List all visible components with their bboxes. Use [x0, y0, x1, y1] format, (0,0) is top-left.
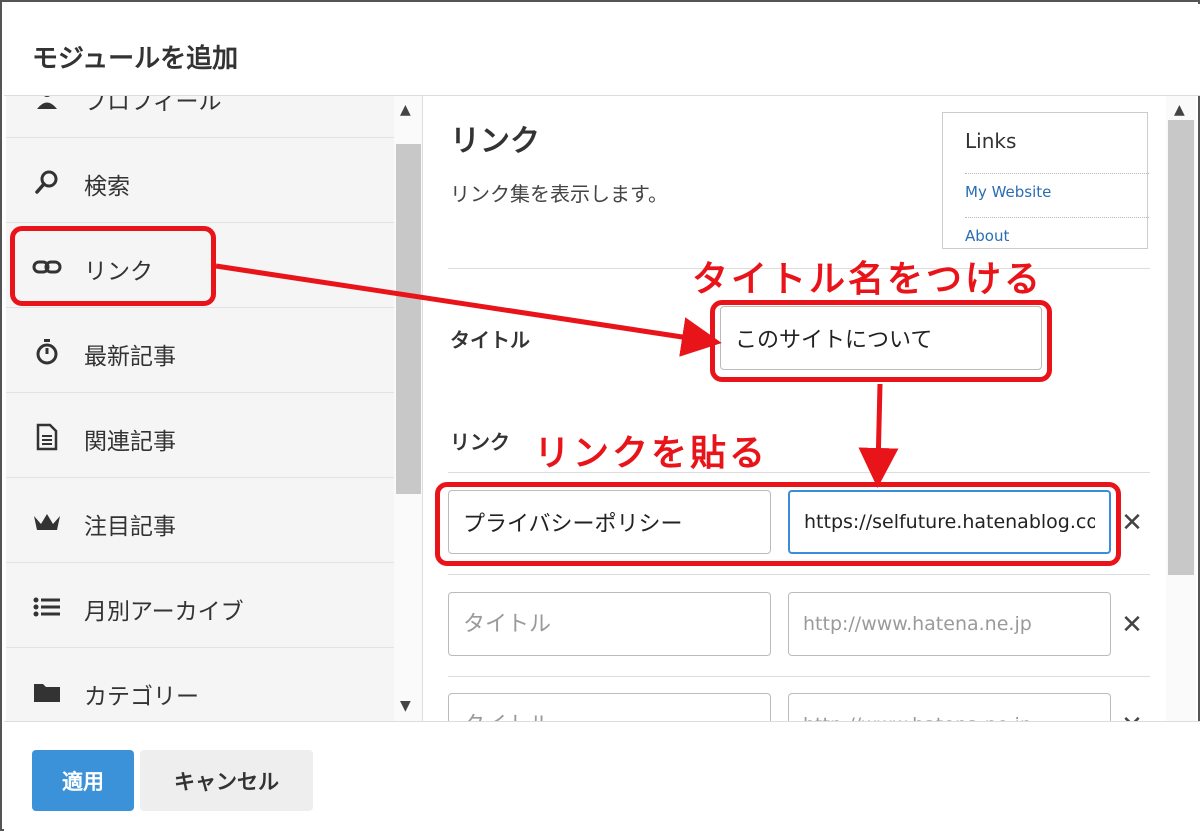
- list-icon: [32, 592, 62, 622]
- remove-link-button[interactable]: ✕: [1117, 610, 1147, 640]
- divider: [448, 676, 1150, 677]
- module-label: カテゴリー: [84, 684, 199, 710]
- module-label: プロフィール: [84, 96, 222, 115]
- links-field-label: リンク: [450, 430, 510, 454]
- module-item-featured[interactable]: 注目記事: [6, 479, 394, 563]
- link-title-input[interactable]: [448, 693, 771, 721]
- link-module-highlight: [10, 226, 216, 306]
- crown-icon: [32, 507, 62, 537]
- divider: [448, 574, 1150, 575]
- stopwatch-icon: [32, 337, 62, 367]
- module-label: 月別アーカイブ: [84, 599, 244, 625]
- module-heading: リンク: [450, 124, 540, 159]
- cancel-button[interactable]: キャンセル: [140, 750, 313, 811]
- link-url-input[interactable]: [788, 693, 1111, 721]
- scroll-up-icon[interactable]: ▲: [400, 102, 411, 118]
- preview-link: My Website: [965, 183, 1052, 201]
- scroll-down-icon[interactable]: ▼: [400, 698, 411, 714]
- modal-title: モジュールを追加: [32, 44, 239, 74]
- module-description: リンク集を表示します。: [450, 182, 668, 206]
- link-title-input[interactable]: [448, 592, 771, 656]
- user-icon: [32, 96, 62, 112]
- document-icon: [32, 422, 62, 452]
- modal-frame: モジュールを追加 プロフィール 検索 リンク 最新記事 関連記事 注目記事 月別…: [0, 0, 1200, 831]
- link-row-highlight: [435, 482, 1121, 566]
- scroll-up-icon[interactable]: ▲: [1174, 102, 1185, 118]
- module-settings-panel: リンク リンク集を表示します。 Links My Website About タ…: [424, 96, 1166, 721]
- preview-divider: [965, 173, 1149, 174]
- preview-divider: [965, 217, 1149, 218]
- apply-button[interactable]: 適用: [32, 750, 134, 811]
- settings-panel-scrollbar[interactable]: ▲: [1166, 96, 1196, 721]
- modal-header: モジュールを追加: [4, 4, 1200, 96]
- title-annotation: タイトル名をつける: [692, 259, 1044, 300]
- module-label: 検索: [84, 174, 130, 200]
- module-list-scrollbar[interactable]: ▲ ▼: [394, 96, 422, 721]
- folder-icon: [32, 677, 62, 707]
- preview-link: About: [965, 227, 1010, 245]
- module-list: プロフィール 検索 リンク 最新記事 関連記事 注目記事 月別アーカイブ カテゴ…: [6, 96, 423, 721]
- remove-link-button[interactable]: ✕: [1117, 508, 1147, 538]
- module-item-search[interactable]: 検索: [6, 139, 394, 223]
- title-input-highlight: [710, 300, 1052, 382]
- module-label: 関連記事: [84, 429, 176, 455]
- link-url-input[interactable]: [788, 592, 1111, 656]
- scroll-thumb[interactable]: [1168, 120, 1194, 575]
- link-annotation: リンクを貼る: [534, 433, 769, 474]
- search-icon: [32, 167, 62, 197]
- module-item-category[interactable]: カテゴリー: [6, 649, 394, 721]
- module-item-profile[interactable]: プロフィール: [6, 96, 394, 138]
- module-item-archive[interactable]: 月別アーカイブ: [6, 564, 394, 648]
- title-field-label: タイトル: [450, 328, 530, 352]
- module-preview: Links My Website About: [942, 112, 1149, 249]
- module-item-related[interactable]: 関連記事: [6, 394, 394, 478]
- module-item-recent[interactable]: 最新記事: [6, 309, 394, 393]
- scroll-thumb[interactable]: [396, 144, 421, 494]
- modal-footer: 適用 キャンセル: [4, 721, 1200, 831]
- remove-link-button[interactable]: ✕: [1117, 711, 1147, 721]
- module-label: 最新記事: [84, 344, 176, 370]
- module-label: 注目記事: [84, 514, 176, 540]
- preview-title: Links: [965, 129, 1017, 153]
